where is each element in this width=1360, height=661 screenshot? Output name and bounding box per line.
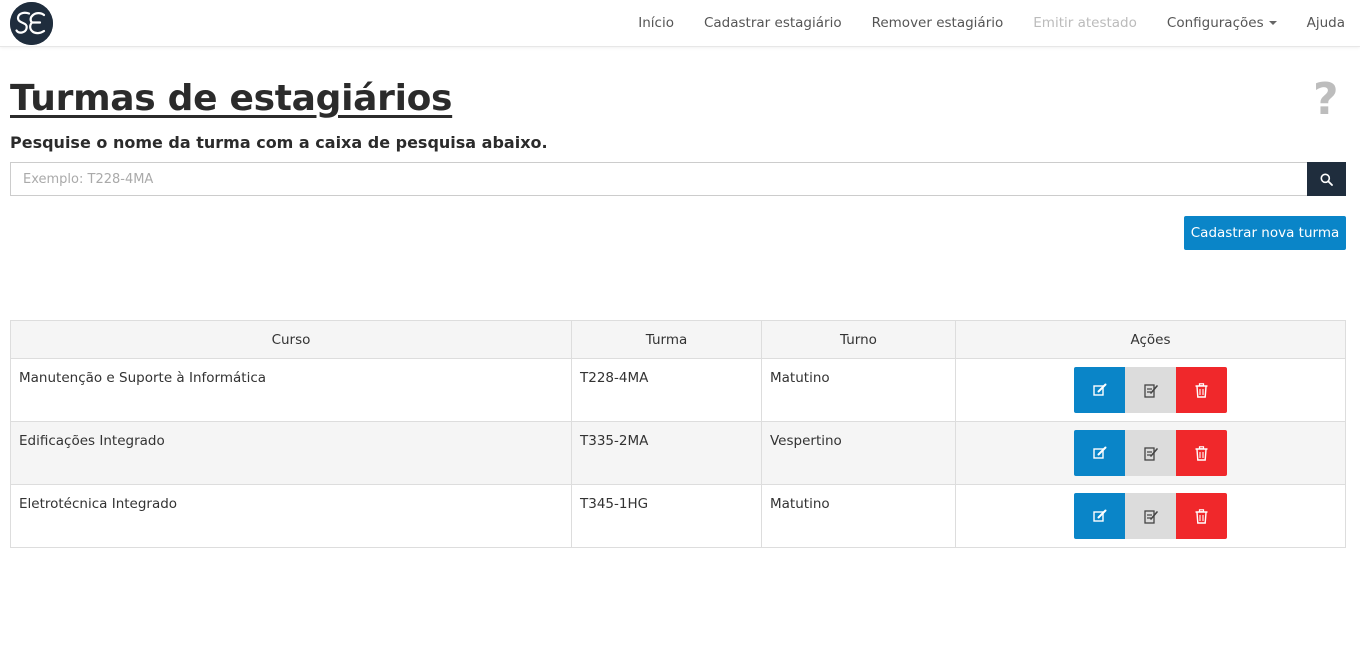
cell-actions [955,421,1346,485]
edit-icon [1092,446,1106,459]
page-subtitle: Pesquise o nome da turma com a caixa de … [10,133,548,152]
edit-icon [1092,383,1106,396]
cell-turma: T345-1HG [571,484,762,548]
help-icon[interactable]: ? [1313,74,1339,125]
caret-down-icon [1268,21,1277,25]
cell-turma: T228-4MA [571,358,762,422]
notes-icon [1143,509,1158,524]
nav-item-configuracoes[interactable]: Configurações [1152,0,1292,47]
delete-button[interactable] [1176,430,1227,476]
notes-button[interactable] [1125,430,1176,476]
delete-button[interactable] [1176,493,1227,539]
cell-actions [955,484,1346,548]
column-header-acoes: Ações [955,320,1346,359]
action-buttons [1074,493,1227,539]
trash-icon [1195,382,1208,398]
trash-icon [1195,445,1208,461]
delete-button[interactable] [1176,367,1227,413]
cell-turma: T335-2MA [571,421,762,485]
column-header-curso[interactable]: Curso [10,320,572,359]
table-header-row: Curso Turma Turno Ações [10,320,1346,359]
cell-curso: Manutenção e Suporte à Informática [10,358,572,422]
brand-logo-icon [10,2,53,45]
classes-table: Curso Turma Turno Ações Manutenção e Sup… [10,320,1346,548]
search-icon [1320,173,1333,186]
edit-button[interactable] [1074,367,1125,413]
notes-icon [1143,383,1158,398]
cell-curso: Edificações Integrado [10,421,572,485]
navbar: Início Cadastrar estagiário Remover esta… [0,0,1360,47]
table-row: Manutenção e Suporte à Informática T228-… [10,358,1346,422]
cell-curso: Eletrotécnica Integrado [10,484,572,548]
column-header-turma[interactable]: Turma [571,320,762,359]
table-row: Eletrotécnica Integrado T345-1HG Matutin… [10,484,1346,548]
nav-item-cadastrar-estagiario[interactable]: Cadastrar estagiário [689,0,857,47]
nav-item-ajuda[interactable]: Ajuda [1292,0,1360,47]
cell-turno: Vespertino [761,421,956,485]
search-input[interactable] [10,162,1308,196]
nav-item-inicio[interactable]: Início [623,0,689,47]
action-buttons [1074,430,1227,476]
nav-item-remover-estagiario[interactable]: Remover estagiário [857,0,1019,47]
edit-icon [1092,509,1106,522]
edit-button[interactable] [1074,493,1125,539]
cell-turno: Matutino [761,484,956,548]
notes-icon [1143,446,1158,461]
nav-menu: Início Cadastrar estagiário Remover esta… [623,0,1360,47]
page-title: Turmas de estagiários [10,78,453,119]
action-buttons [1074,367,1227,413]
nav-item-configuracoes-label: Configurações [1166,15,1264,31]
cell-actions [955,358,1346,422]
nav-item-emitir-atestado: Emitir atestado [1033,15,1137,31]
new-class-button[interactable]: Cadastrar nova turma [1184,216,1346,250]
table-row: Edificações Integrado T335-2MA Vespertin… [10,421,1346,485]
brand-logo[interactable] [10,2,53,45]
cell-turno: Matutino [761,358,956,422]
edit-button[interactable] [1074,430,1125,476]
column-header-turno[interactable]: Turno [761,320,956,359]
notes-button[interactable] [1125,367,1176,413]
notes-button[interactable] [1125,493,1176,539]
search-button[interactable] [1307,162,1346,196]
trash-icon [1195,508,1208,524]
